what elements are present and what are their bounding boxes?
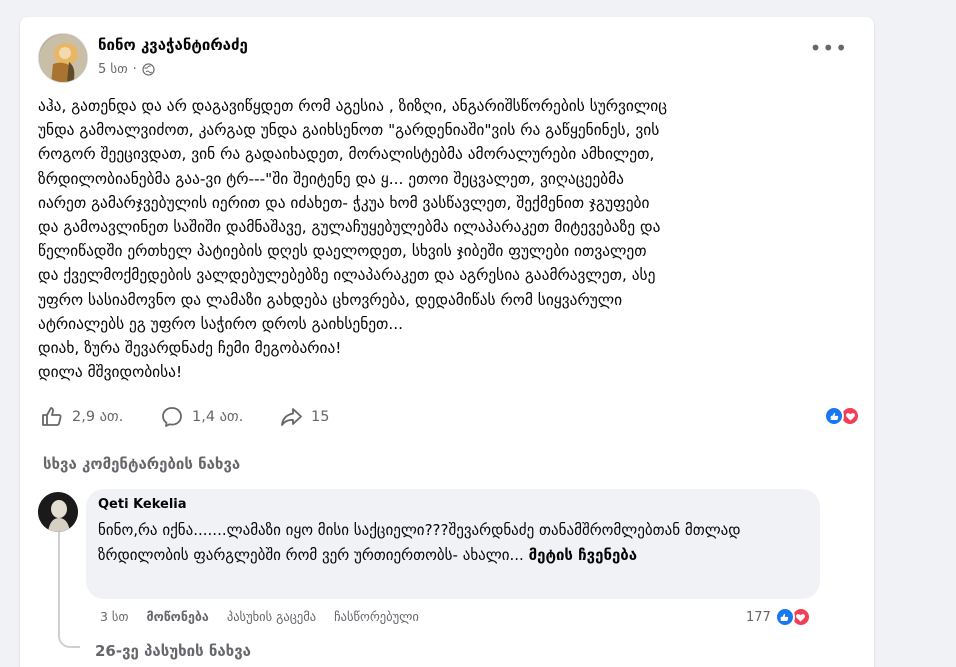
like-icon [774, 607, 795, 627]
like-icon [824, 406, 844, 426]
comment-like-button[interactable]: მოწონება [146, 609, 208, 624]
post-body-text: აჰა, გათენდა და არ დაგავიწყდეთ რომ აგესი… [38, 97, 668, 382]
post-time[interactable]: 5 სთ [98, 62, 128, 77]
post-actions-bar: 2,9 ათ. 1,4 ათ. 15 [40, 402, 860, 432]
comment-text: ნინო,რა იქნა.......ლამაზი იყო მისი საქცი… [98, 518, 808, 568]
comment-body: ნინო,რა იქნა.......ლამაზი იყო მისი საქცი… [98, 521, 741, 564]
share-count: 15 [311, 409, 330, 425]
comment-time[interactable]: 3 სთ [100, 609, 128, 624]
comment-actions: 3 სთ მოწონება პასუხის გაცემა ჩასწორებული [100, 609, 437, 624]
comment-reactions[interactable]: 177 [746, 607, 811, 627]
post-card: ნინო კვაჭანტირაძე 5 სთ · ••• აჰა, გათენდ… [20, 17, 874, 667]
post-author-name[interactable]: ნინო კვაჭანტირაძე [98, 36, 248, 54]
author-avatar[interactable] [38, 33, 88, 83]
comment-author-name[interactable]: Qeti Kekelia [98, 497, 808, 512]
share-icon [281, 408, 302, 426]
comment-reply-button[interactable]: პასუხის გაცემა [227, 609, 316, 624]
like-button[interactable]: 2,9 ათ. [40, 402, 123, 432]
dot-separator: · [132, 62, 137, 77]
post-meta: 5 სთ · [98, 62, 155, 77]
comment-reaction-count: 177 [746, 609, 771, 625]
thread-connector-line [58, 530, 80, 648]
comment-button[interactable]: 1,4 ათ. [160, 402, 243, 432]
more-horizontal-icon[interactable]: ••• [810, 38, 848, 58]
comment-bubble: Qeti Kekelia ნინო,რა იქნა.......ლამაზი ი… [86, 489, 820, 599]
view-more-comments-link[interactable]: სხვა კომენტარების ნახვა [43, 455, 240, 473]
see-more-link[interactable]: მეტის ჩვენება [529, 546, 637, 564]
share-button[interactable]: 15 [279, 402, 329, 432]
comment-edited-label[interactable]: ჩასწორებული [334, 609, 419, 624]
like-count: 2,9 ათ. [72, 409, 124, 425]
commenter-avatar[interactable] [38, 492, 78, 532]
post-reactions[interactable] [824, 406, 860, 426]
thumbs-up-icon [42, 407, 62, 426]
comment-count: 1,4 ათ. [192, 409, 244, 425]
view-replies-link[interactable]: 26-ვე პასუხის ნახვა [95, 642, 251, 660]
globe-icon[interactable] [142, 63, 155, 76]
comment-icon [162, 407, 182, 427]
